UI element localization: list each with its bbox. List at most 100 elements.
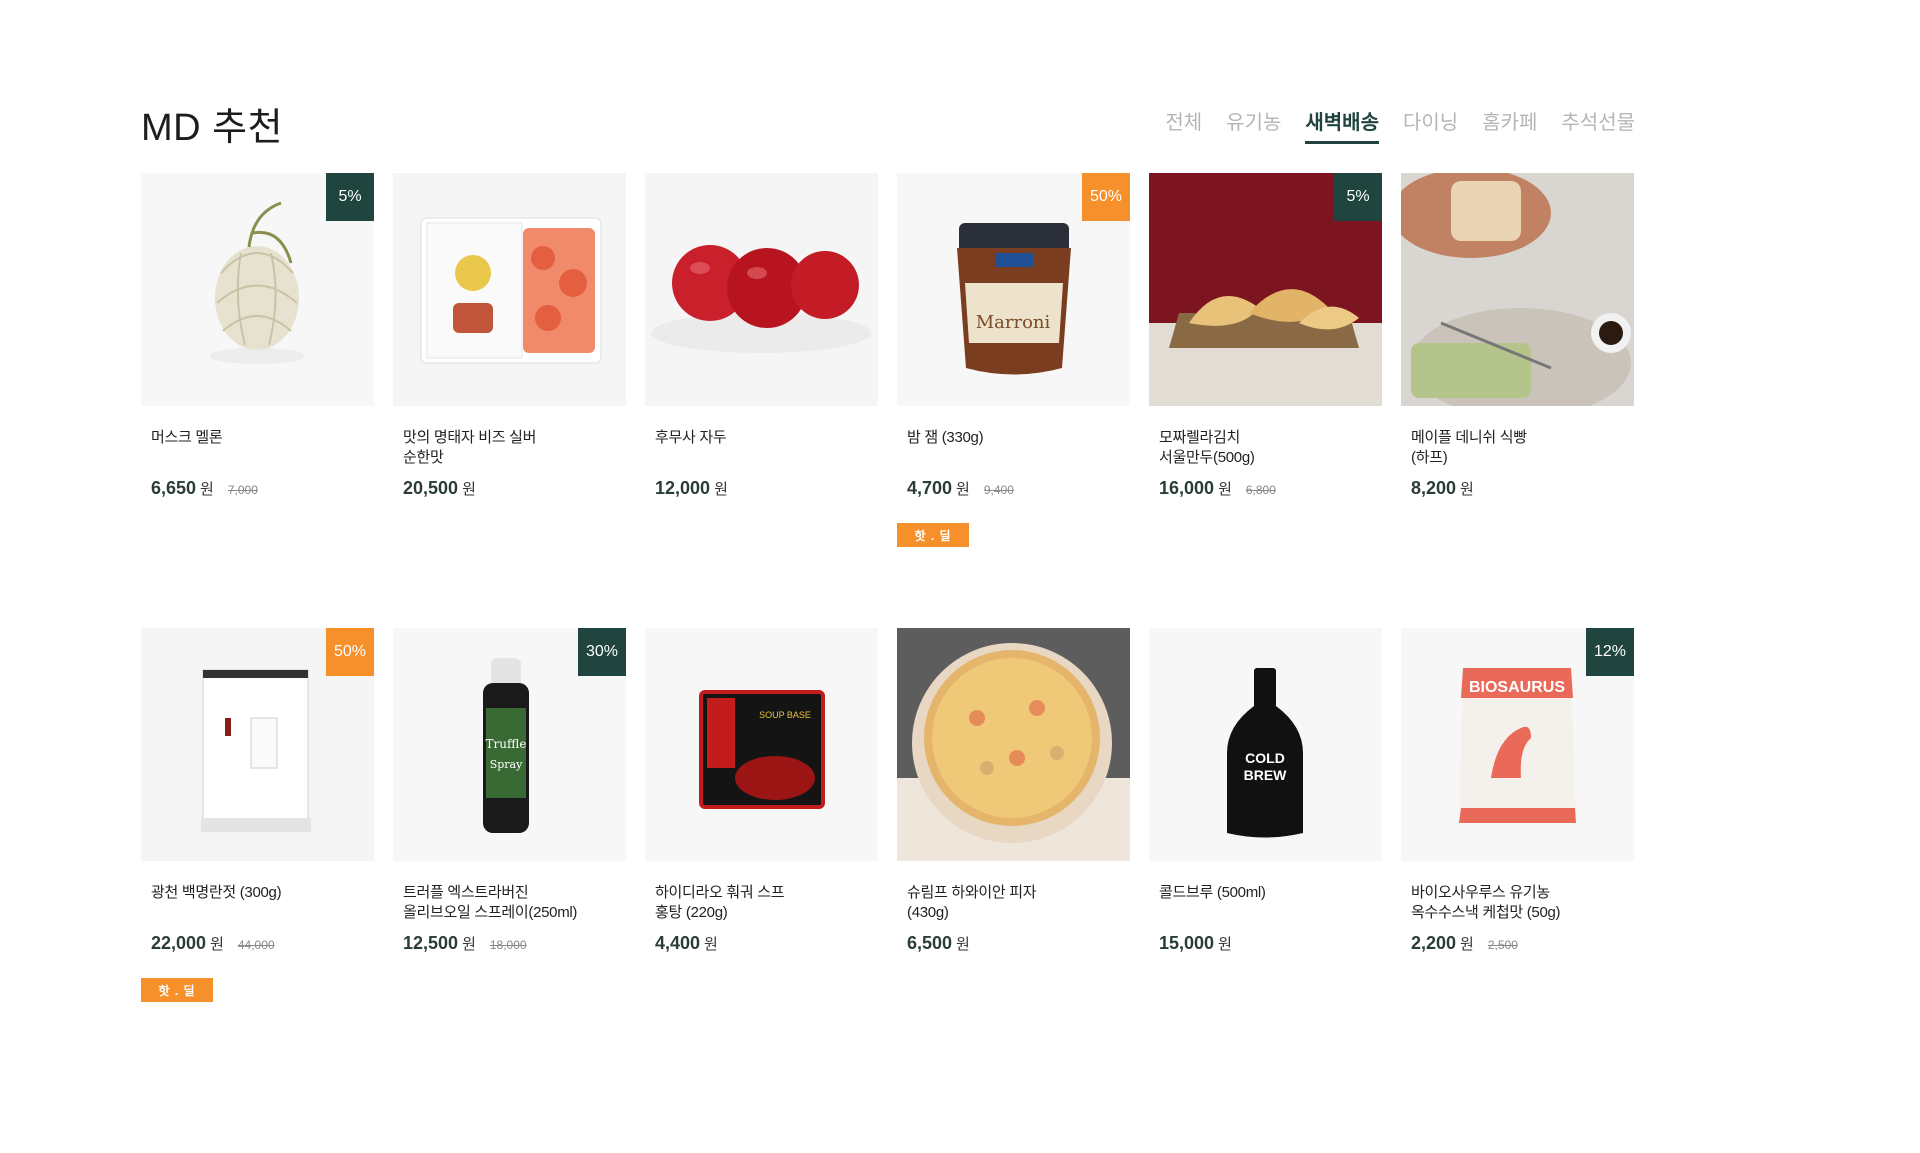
currency-unit: 원 bbox=[704, 936, 718, 953]
svg-text:SOUP BASE: SOUP BASE bbox=[759, 710, 811, 720]
category-tabs: 전체 유기농 새벽배송 다이닝 홈카페 추석선물 bbox=[1165, 106, 1635, 144]
product-name[interactable]: 밤 잼 (330g) bbox=[907, 428, 1120, 468]
sale-price: 6,650 bbox=[151, 478, 197, 498]
sale-price: 2,200 bbox=[1411, 933, 1457, 953]
svg-text:Truffle: Truffle bbox=[486, 737, 527, 751]
product-image[interactable]: 5% bbox=[141, 173, 374, 406]
discount-badge: 50% bbox=[326, 628, 374, 676]
roe-photo bbox=[393, 173, 626, 406]
price-row: 4,700 원 9,400 bbox=[907, 478, 1120, 499]
product-name[interactable]: 슈림프 하와이안 피자 (430g) bbox=[907, 883, 1120, 923]
original-price: 6,800 bbox=[1245, 483, 1276, 497]
product-card[interactable]: 50% 광천 백명란젓 (300g) 22,000 원 44,000 핫 . 딜 bbox=[141, 628, 374, 1083]
product-name[interactable]: 모짜렐라김치 서울만두(500g) bbox=[1159, 428, 1372, 468]
hotpot-photo: SOUP BASE bbox=[645, 628, 878, 861]
sale-price: 4,700 bbox=[907, 478, 953, 498]
sale-price: 15,000 bbox=[1159, 933, 1215, 953]
product-name[interactable]: 맛의 명태자 비즈 실버 순한맛 bbox=[403, 428, 616, 468]
price-row: 6,650 원 7,000 bbox=[151, 478, 364, 499]
plums-photo bbox=[645, 173, 878, 406]
price-row: 12,000 원 bbox=[655, 478, 868, 499]
currency-unit: 원 bbox=[462, 936, 476, 953]
product-name[interactable]: 콜드브루 (500ml) bbox=[1159, 883, 1372, 923]
currency-unit: 원 bbox=[714, 481, 728, 498]
product-name[interactable]: 후무사 자두 bbox=[655, 428, 868, 468]
sale-price: 12,500 bbox=[403, 933, 459, 953]
sale-price: 6,500 bbox=[907, 933, 953, 953]
svg-text:BREW: BREW bbox=[1244, 767, 1288, 783]
sale-price: 20,500 bbox=[403, 478, 459, 498]
coldbrew-photo: COLD BREW bbox=[1149, 628, 1382, 861]
discount-badge: 30% bbox=[578, 628, 626, 676]
md-recommend-section: MD 추천 전체 유기농 새벽배송 다이닝 홈카페 추석선물 5% 머스크 멜론 6,650 원… bbox=[141, 85, 1635, 1002]
sale-price: 8,200 bbox=[1411, 478, 1457, 498]
original-price: 7,000 bbox=[227, 483, 258, 497]
tab-5[interactable]: 추석선물 bbox=[1561, 106, 1635, 144]
price-row: 6,500 원 bbox=[907, 933, 1120, 954]
tab-1[interactable]: 유기농 bbox=[1226, 106, 1281, 144]
currency-unit: 원 bbox=[1460, 481, 1474, 498]
product-image[interactable] bbox=[645, 173, 878, 406]
currency-unit: 원 bbox=[1218, 481, 1232, 498]
product-image[interactable]: BIOSAURUS 12% bbox=[1401, 628, 1634, 861]
product-image[interactable]: COLD BREW bbox=[1149, 628, 1382, 861]
sale-price: 22,000 bbox=[151, 933, 207, 953]
currency-unit: 원 bbox=[956, 481, 970, 498]
price-row: 16,000 원 6,800 bbox=[1159, 478, 1372, 499]
discount-badge: 5% bbox=[1334, 173, 1382, 221]
product-name[interactable]: 머스크 멜론 bbox=[151, 428, 364, 468]
sale-price: 12,000 bbox=[655, 478, 711, 498]
bread-photo bbox=[1401, 173, 1634, 406]
product-name[interactable]: 광천 백명란젓 (300g) bbox=[151, 883, 364, 923]
tab-4[interactable]: 홈카페 bbox=[1482, 106, 1537, 144]
original-price: 44,000 bbox=[237, 938, 275, 952]
section-header: MD 추천 전체 유기농 새벽배송 다이닝 홈카페 추석선물 bbox=[141, 85, 1635, 175]
tab-2[interactable]: 새벽배송 bbox=[1305, 106, 1379, 144]
product-image[interactable] bbox=[897, 628, 1130, 861]
svg-text:Spray: Spray bbox=[490, 758, 523, 771]
product-image[interactable]: SOUP BASE bbox=[645, 628, 878, 861]
product-card[interactable]: 5% 모짜렐라김치 서울만두(500g) 16,000 원 6,800 bbox=[1149, 173, 1382, 628]
hot-deal-badge: 핫 . 딜 bbox=[141, 978, 213, 1002]
product-card[interactable]: 후무사 자두 12,000 원 bbox=[645, 173, 878, 628]
price-row: 8,200 원 bbox=[1411, 478, 1624, 499]
hot-deal-badge: 핫 . 딜 bbox=[897, 523, 969, 547]
product-image[interactable] bbox=[1401, 173, 1634, 406]
product-name[interactable]: 메이플 데니쉬 식빵 (하프) bbox=[1411, 428, 1624, 468]
original-price: 9,400 bbox=[983, 483, 1014, 497]
svg-text:Marroni: Marroni bbox=[976, 312, 1051, 333]
discount-badge: 5% bbox=[326, 173, 374, 221]
product-card[interactable]: BIOSAURUS 12% 바이오사우루스 유기농 옥수수스낵 케첩맛 (50g)… bbox=[1401, 628, 1634, 1083]
svg-text:COLD: COLD bbox=[1245, 750, 1285, 766]
product-card[interactable]: 메이플 데니쉬 식빵 (하프) 8,200 원 bbox=[1401, 173, 1634, 628]
product-card[interactable]: COLD BREW 콜드브루 (500ml) 15,000 원 bbox=[1149, 628, 1382, 1083]
sale-price: 4,400 bbox=[655, 933, 701, 953]
currency-unit: 원 bbox=[956, 936, 970, 953]
product-name[interactable]: 바이오사우루스 유기농 옥수수스낵 케첩맛 (50g) bbox=[1411, 883, 1624, 923]
currency-unit: 원 bbox=[1218, 936, 1232, 953]
pizza-photo bbox=[897, 628, 1130, 861]
product-image[interactable]: Marroni 50% bbox=[897, 173, 1130, 406]
product-image[interactable]: 50% bbox=[141, 628, 374, 861]
svg-text:BIOSAURUS: BIOSAURUS bbox=[1469, 679, 1565, 696]
product-name[interactable]: 하이디라오 훠궈 스프 홍탕 (220g) bbox=[655, 883, 868, 923]
product-card[interactable]: Truffle Spray 30% 트러플 엑스트라버진 올리브오일 스프레이(25… bbox=[393, 628, 626, 1083]
product-card[interactable]: 슈림프 하와이안 피자 (430g) 6,500 원 bbox=[897, 628, 1130, 1083]
price-row: 4,400 원 bbox=[655, 933, 868, 954]
product-image[interactable]: Truffle Spray 30% bbox=[393, 628, 626, 861]
product-card[interactable]: Marroni 50% 밤 잼 (330g) 4,700 원 9,400 핫 . 딜 bbox=[897, 173, 1130, 628]
price-row: 22,000 원 44,000 bbox=[151, 933, 364, 954]
product-card[interactable]: 5% 머스크 멜론 6,650 원 7,000 bbox=[141, 173, 374, 628]
product-card[interactable]: 맛의 명태자 비즈 실버 순한맛 20,500 원 bbox=[393, 173, 626, 628]
original-price: 2,500 bbox=[1487, 938, 1518, 952]
product-name[interactable]: 트러플 엑스트라버진 올리브오일 스프레이(250ml) bbox=[403, 883, 616, 923]
tab-0[interactable]: 전체 bbox=[1165, 106, 1202, 144]
product-image[interactable] bbox=[393, 173, 626, 406]
product-card[interactable]: SOUP BASE 하이디라오 훠궈 스프 홍탕 (220g) 4,400 원 bbox=[645, 628, 878, 1083]
discount-badge: 50% bbox=[1082, 173, 1130, 221]
price-row: 12,500 원 18,000 bbox=[403, 933, 616, 954]
currency-unit: 원 bbox=[462, 481, 476, 498]
section-title: MD 추천 bbox=[141, 107, 284, 149]
product-image[interactable]: 5% bbox=[1149, 173, 1382, 406]
tab-3[interactable]: 다이닝 bbox=[1403, 106, 1458, 144]
